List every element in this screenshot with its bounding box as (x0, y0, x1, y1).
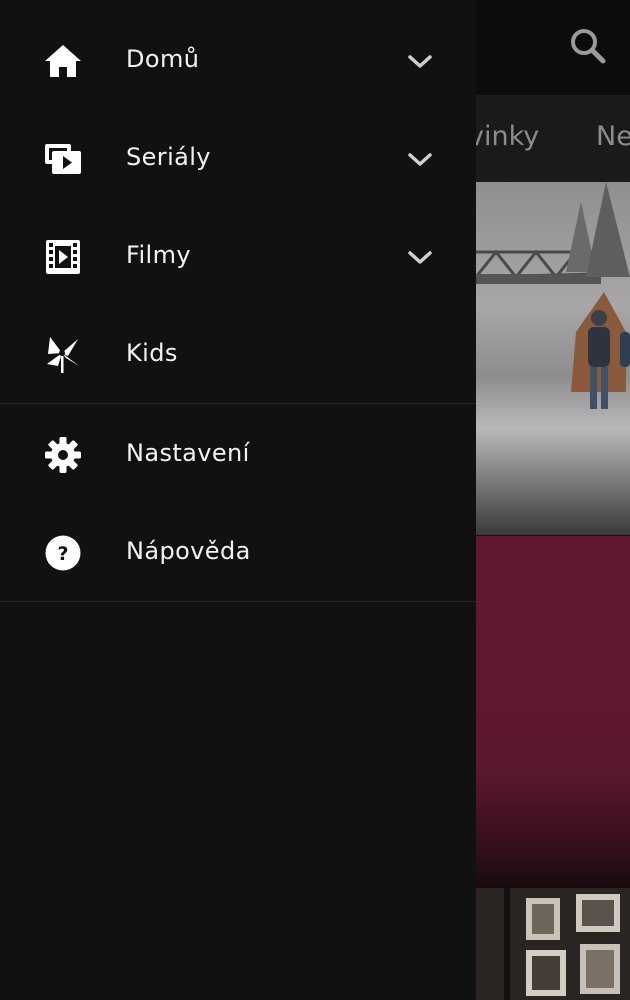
menu-item-series[interactable]: Seriály (0, 109, 476, 207)
content-poster[interactable] (476, 182, 630, 535)
poster-image (476, 182, 630, 409)
menu-divider (0, 403, 476, 404)
gear-icon (45, 437, 81, 473)
content-poster[interactable] (476, 888, 630, 1000)
menu-item-label: Kids (126, 339, 178, 367)
menu-item-label: Domů (126, 45, 200, 73)
chevron-down-icon[interactable] (406, 147, 434, 171)
menu-divider (0, 601, 476, 602)
menu-item-films[interactable]: Filmy (0, 207, 476, 305)
pinwheel-icon (47, 337, 79, 373)
chevron-down-icon[interactable] (406, 245, 434, 269)
svg-text:?: ? (57, 543, 68, 565)
menu-item-kids[interactable]: Kids (0, 305, 476, 403)
search-icon (571, 29, 606, 64)
poster-image (504, 888, 620, 1000)
film-icon (46, 240, 80, 274)
menu-item-home[interactable]: Domů (0, 11, 476, 109)
help-icon: ? (45, 535, 81, 571)
chevron-down-icon[interactable] (406, 49, 434, 73)
tab-novinky[interactable]: vinky (468, 121, 539, 152)
home-icon (45, 45, 81, 77)
content-poster[interactable] (476, 536, 630, 888)
menu-item-label: Nápověda (126, 537, 251, 565)
menu-item-settings[interactable]: Nastavení (0, 405, 476, 503)
tab-next[interactable]: Ne (596, 121, 630, 152)
tv-series-icon (45, 144, 81, 174)
search-button[interactable] (568, 26, 608, 66)
navigation-drawer: Domů Seriály Filmy Kids Nastavení ? Nápo… (0, 0, 476, 1000)
menu-item-label: Seriály (126, 143, 211, 171)
menu-item-help[interactable]: ? Nápověda (0, 503, 476, 601)
menu-item-label: Nastavení (126, 439, 250, 467)
menu-item-label: Filmy (126, 241, 191, 269)
